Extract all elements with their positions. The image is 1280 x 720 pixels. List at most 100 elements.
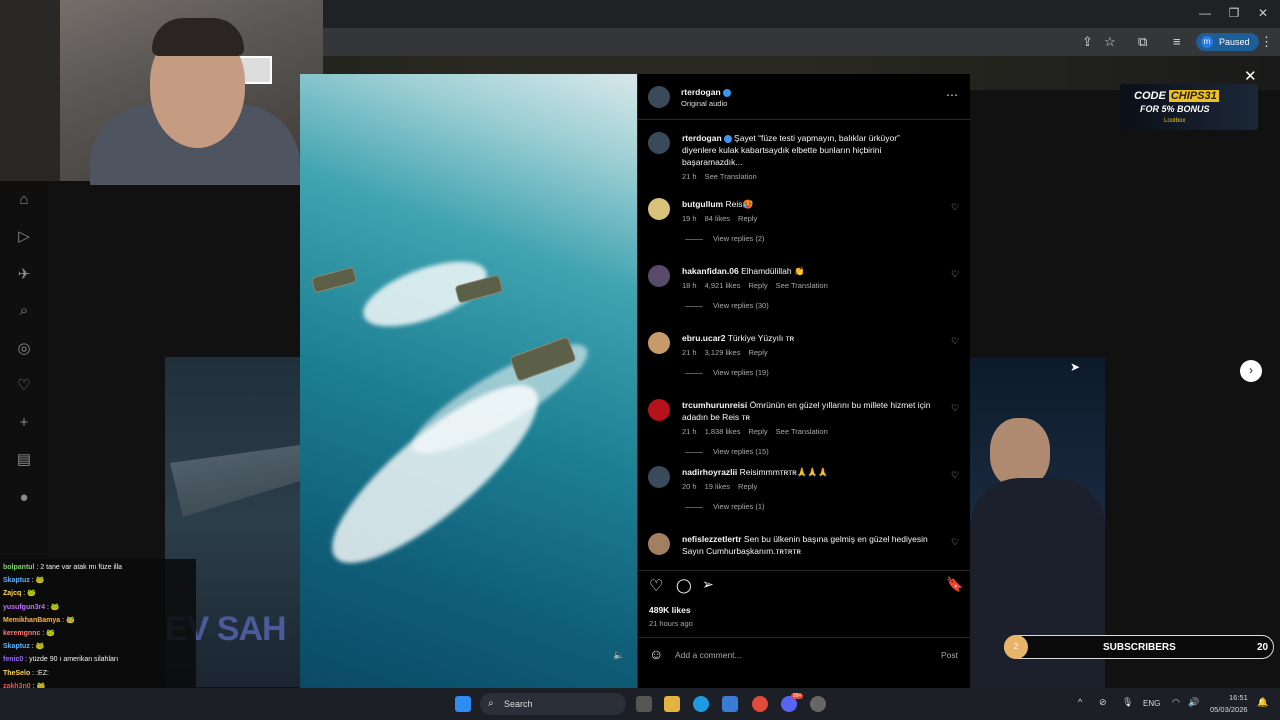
network-off-icon[interactable]: ⊘: [1099, 697, 1107, 708]
comment-reply[interactable]: Reply: [748, 281, 767, 290]
notifications-icon[interactable]: ♡: [15, 377, 33, 395]
comment-like-icon[interactable]: ♡: [951, 336, 959, 347]
comment-translate[interactable]: See Translation: [776, 281, 828, 290]
mute-icon[interactable]: 🔈: [613, 650, 624, 661]
view-replies-button[interactable]: View replies (30): [685, 301, 769, 310]
comment-avatar[interactable]: [648, 198, 670, 220]
view-replies-button[interactable]: View replies (15): [685, 447, 769, 456]
chat-emote-icon: 🐸: [27, 590, 36, 598]
comment-time: 18 h: [682, 281, 697, 290]
comment-likes[interactable]: 1,838 likes: [705, 427, 741, 436]
comment-reply[interactable]: Reply: [738, 482, 757, 491]
chat-username[interactable]: MemikhanBamya: [3, 617, 60, 624]
comment-like-icon[interactable]: ♡: [951, 403, 959, 414]
chat-username[interactable]: Zajcq: [3, 590, 21, 597]
chat-username[interactable]: keremgnnc: [3, 630, 40, 637]
clock-date[interactable]: 05/03/2026: [1210, 705, 1248, 714]
explore-icon[interactable]: ◎: [15, 340, 33, 358]
microphone-icon[interactable]: 🎙: [1122, 697, 1133, 708]
chat-username[interactable]: TheSelo: [3, 670, 30, 677]
save-icon[interactable]: 🔖: [946, 576, 963, 593]
view-replies-button[interactable]: View replies (19): [685, 368, 769, 377]
file-explorer-icon[interactable]: [664, 696, 680, 712]
comment-username[interactable]: butgullum: [682, 199, 723, 209]
extensions-icon[interactable]: ⧉: [1138, 34, 1147, 50]
dashboard-icon[interactable]: ▤: [15, 451, 33, 469]
chrome-icon[interactable]: [752, 696, 768, 712]
comment-username[interactable]: ebru.ucar2: [682, 333, 725, 343]
comment-like-icon[interactable]: ♡: [951, 202, 959, 213]
comment-likes[interactable]: 19 likes: [705, 482, 730, 491]
author-name[interactable]: rterdogan: [681, 87, 731, 97]
comment-username[interactable]: hakanfidan.06: [682, 266, 739, 276]
chat-username[interactable]: fenic0: [3, 656, 23, 663]
post-button[interactable]: Post: [941, 650, 958, 660]
taskbar-search[interactable]: ⌕ Search: [480, 693, 626, 715]
reels-icon[interactable]: ▷: [15, 228, 33, 246]
chat-username[interactable]: yusufgun3r4: [3, 604, 45, 611]
more-options-icon[interactable]: ⋯: [946, 88, 958, 102]
chat-username[interactable]: Skaptuz: [3, 577, 30, 584]
home-icon[interactable]: ⌂: [15, 191, 33, 209]
author-avatar[interactable]: [648, 86, 670, 108]
profile-icon[interactable]: ●: [15, 489, 33, 507]
browser-menu-icon[interactable]: ⋮: [1260, 34, 1273, 50]
tray-chevron-icon[interactable]: ^: [1078, 697, 1082, 707]
like-icon[interactable]: ♡: [649, 576, 663, 596]
profile-paused-button[interactable]: m Paused: [1196, 33, 1259, 51]
sponsor-ad[interactable]: CODE CHIPS31 FOR 5% BONUS Lootbox: [1120, 84, 1258, 130]
audio-label[interactable]: Original audio: [681, 99, 727, 108]
comment-reply[interactable]: Reply: [738, 214, 757, 223]
create-icon[interactable]: +: [15, 414, 33, 432]
comment-likes[interactable]: 3,129 likes: [705, 348, 741, 357]
view-replies-button[interactable]: View replies (2): [685, 234, 765, 243]
comment-reply[interactable]: Reply: [748, 348, 767, 357]
comment-username[interactable]: trcumhurunreisi: [682, 400, 747, 410]
comment-like-icon[interactable]: ♡: [951, 537, 959, 548]
comment-avatar[interactable]: [648, 332, 670, 354]
start-icon[interactable]: [455, 696, 471, 712]
share-icon[interactable]: ➢: [702, 576, 714, 593]
chat-username[interactable]: bolpantul: [3, 564, 35, 571]
view-replies-button[interactable]: View replies (1): [685, 502, 765, 511]
close-window-icon[interactable]: ✕: [1248, 6, 1278, 20]
comment-reply[interactable]: Reply: [748, 427, 767, 436]
comment-like-icon[interactable]: ♡: [951, 269, 959, 280]
comment-input[interactable]: Add a comment...: [675, 650, 742, 660]
restore-icon[interactable]: ❐: [1219, 6, 1249, 20]
comment-likes[interactable]: 4,921 likes: [705, 281, 741, 290]
clock-time[interactable]: 16:51: [1229, 693, 1248, 702]
caption-see-translation[interactable]: See Translation: [705, 172, 757, 181]
minimize-icon[interactable]: —: [1190, 6, 1220, 20]
edge-icon[interactable]: [693, 696, 709, 712]
comment-likes[interactable]: 84 likes: [705, 214, 730, 223]
comment-translate[interactable]: See Translation: [776, 427, 828, 436]
reel-video[interactable]: 🔈: [300, 74, 637, 688]
close-modal-icon[interactable]: ✕: [1244, 67, 1257, 85]
comment-username[interactable]: nadirhoyrazlii: [682, 467, 737, 477]
wifi-icon[interactable]: ◠: [1172, 697, 1180, 708]
messages-icon[interactable]: ✈: [15, 266, 33, 284]
caption-avatar[interactable]: [648, 132, 670, 154]
comment-avatar[interactable]: [648, 399, 670, 421]
search-icon[interactable]: ⌕: [15, 302, 33, 320]
comment-like-icon[interactable]: ♡: [951, 470, 959, 481]
comment-avatar[interactable]: [648, 265, 670, 287]
language-indicator[interactable]: ENG: [1143, 699, 1160, 708]
chat-username[interactable]: Skaptuz: [3, 643, 30, 650]
task-view-icon[interactable]: [636, 696, 652, 712]
reading-list-icon[interactable]: ≡: [1173, 34, 1181, 49]
likes-count[interactable]: 489K likes: [649, 605, 691, 615]
next-post-icon[interactable]: ›: [1240, 360, 1262, 382]
comment-avatar[interactable]: [648, 533, 670, 555]
bookmark-star-icon[interactable]: ☆: [1104, 34, 1116, 50]
comment-avatar[interactable]: [648, 466, 670, 488]
notifications-bell-icon[interactable]: 🔔: [1257, 697, 1268, 708]
volume-icon[interactable]: 🔊: [1188, 697, 1199, 708]
install-app-icon[interactable]: ⇪: [1082, 34, 1093, 50]
emoji-icon[interactable]: ☺: [649, 646, 663, 662]
store-icon[interactable]: [722, 696, 738, 712]
app-icon[interactable]: [810, 696, 826, 712]
comment-icon[interactable]: ◯: [676, 577, 692, 594]
comment-username[interactable]: nefislezzetlertr: [682, 534, 742, 544]
